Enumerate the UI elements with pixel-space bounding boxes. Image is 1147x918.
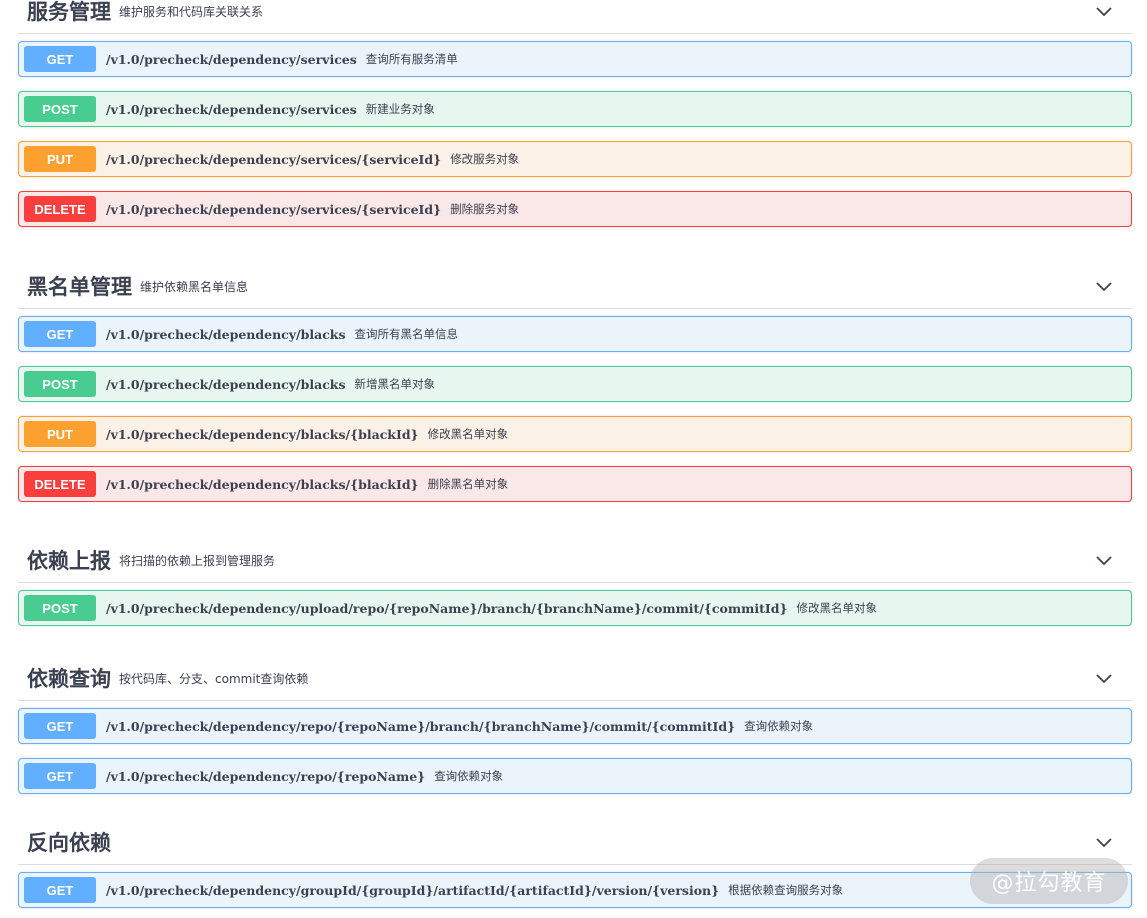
tag-section-dependency-report: 依赖上报 将扫描的依赖上报到管理服务 POST /v1.0/precheck/d…	[18, 538, 1132, 640]
operation-row[interactable]: GET /v1.0/precheck/dependency/groupId/{g…	[18, 872, 1132, 908]
operation-summary: 查询依赖对象	[744, 719, 814, 733]
api-docs-page: 服务管理 维护服务和代码库关联关系 GET /v1.0/precheck/dep…	[0, 0, 1147, 918]
operation-row[interactable]: GET /v1.0/precheck/dependency/repo/{repo…	[18, 708, 1132, 744]
operation-path: /v1.0/precheck/dependency/upload/repo/{r…	[106, 600, 788, 616]
tag-header[interactable]: 服务管理 维护服务和代码库关联关系	[18, 0, 1132, 34]
operation-summary: 查询所有服务清单	[365, 52, 458, 66]
method-badge: POST	[24, 96, 96, 122]
method-badge: GET	[24, 763, 96, 789]
tag-header[interactable]: 反向依赖	[18, 820, 1132, 865]
method-badge: DELETE	[24, 471, 96, 497]
operation-path: /v1.0/precheck/dependency/blacks	[106, 376, 346, 392]
tag-title: 服务管理	[27, 0, 111, 24]
operation-row[interactable]: DELETE /v1.0/precheck/dependency/service…	[18, 191, 1132, 227]
method-badge: POST	[24, 595, 96, 621]
operation-path: /v1.0/precheck/dependency/blacks/{blackI…	[106, 426, 419, 442]
operation-row[interactable]: POST /v1.0/precheck/dependency/services …	[18, 91, 1132, 127]
operation-row[interactable]: PUT /v1.0/precheck/dependency/services/{…	[18, 141, 1132, 177]
operation-row[interactable]: GET /v1.0/precheck/dependency/blacks 查询所…	[18, 316, 1132, 352]
operation-path: /v1.0/precheck/dependency/services	[106, 51, 357, 67]
tag-description: 按代码库、分支、commit查询依赖	[119, 671, 309, 686]
chevron-down-icon[interactable]	[1094, 276, 1114, 296]
operation-path: /v1.0/precheck/dependency/blacks/{blackI…	[106, 476, 419, 492]
chevron-down-icon[interactable]	[1094, 1, 1114, 21]
tag-section-reverse-dependency: 反向依赖 GET /v1.0/precheck/dependency/group…	[18, 820, 1132, 918]
operation-summary: 删除服务对象	[450, 202, 520, 216]
operation-path: /v1.0/precheck/dependency/repo/{repoName…	[106, 768, 426, 784]
operation-row[interactable]: DELETE /v1.0/precheck/dependency/blacks/…	[18, 466, 1132, 502]
operation-summary: 根据依赖查询服务对象	[728, 883, 844, 897]
method-badge: GET	[24, 713, 96, 739]
method-badge: POST	[24, 371, 96, 397]
tag-title: 依赖上报	[27, 549, 111, 573]
operation-path: /v1.0/precheck/dependency/groupId/{group…	[106, 882, 720, 898]
method-badge: GET	[24, 877, 96, 903]
operation-path: /v1.0/precheck/dependency/blacks	[106, 326, 346, 342]
tag-title: 黑名单管理	[27, 275, 132, 299]
tag-title: 反向依赖	[27, 831, 111, 855]
tag-title: 依赖查询	[27, 667, 111, 691]
operation-summary: 新增黑名单对象	[354, 377, 436, 391]
tag-description: 维护服务和代码库关联关系	[119, 4, 264, 19]
operation-row[interactable]: PUT /v1.0/precheck/dependency/blacks/{bl…	[18, 416, 1132, 452]
tag-header[interactable]: 依赖上报 将扫描的依赖上报到管理服务	[18, 538, 1132, 583]
tag-description: 维护依赖黑名单信息	[140, 279, 249, 294]
operation-path: /v1.0/precheck/dependency/repo/{repoName…	[106, 718, 736, 734]
operation-summary: 查询所有黑名单信息	[354, 327, 459, 341]
chevron-down-icon[interactable]	[1094, 550, 1114, 570]
tag-section-dependency-query: 依赖查询 按代码库、分支、commit查询依赖 GET /v1.0/preche…	[18, 656, 1132, 808]
operation-row[interactable]: POST /v1.0/precheck/dependency/blacks 新增…	[18, 366, 1132, 402]
tag-description: 将扫描的依赖上报到管理服务	[119, 553, 276, 568]
tag-header[interactable]: 依赖查询 按代码库、分支、commit查询依赖	[18, 656, 1132, 701]
operation-path: /v1.0/precheck/dependency/services/{serv…	[106, 151, 442, 167]
method-badge: PUT	[24, 421, 96, 447]
operation-row[interactable]: GET /v1.0/precheck/dependency/services 查…	[18, 41, 1132, 77]
operation-summary: 查询依赖对象	[434, 769, 504, 783]
chevron-down-icon[interactable]	[1094, 668, 1114, 688]
tag-header[interactable]: 黑名单管理 维护依赖黑名单信息	[18, 264, 1132, 309]
tag-section-service-management: 服务管理 维护服务和代码库关联关系 GET /v1.0/precheck/dep…	[18, 0, 1132, 241]
method-badge: GET	[24, 46, 96, 72]
method-badge: DELETE	[24, 196, 96, 222]
operation-summary: 新建业务对象	[365, 102, 435, 116]
chevron-down-icon[interactable]	[1094, 832, 1114, 852]
operation-summary: 修改黑名单对象	[427, 427, 509, 441]
operation-row[interactable]: POST /v1.0/precheck/dependency/upload/re…	[18, 590, 1132, 626]
tag-section-blacklist-management: 黑名单管理 维护依赖黑名单信息 GET /v1.0/precheck/depen…	[18, 264, 1132, 516]
operation-row[interactable]: GET /v1.0/precheck/dependency/repo/{repo…	[18, 758, 1132, 794]
method-badge: GET	[24, 321, 96, 347]
operation-path: /v1.0/precheck/dependency/services	[106, 101, 357, 117]
operation-summary: 修改服务对象	[450, 152, 520, 166]
operation-path: /v1.0/precheck/dependency/services/{serv…	[106, 201, 442, 217]
operation-summary: 删除黑名单对象	[427, 477, 509, 491]
method-badge: PUT	[24, 146, 96, 172]
operation-summary: 修改黑名单对象	[796, 601, 877, 615]
